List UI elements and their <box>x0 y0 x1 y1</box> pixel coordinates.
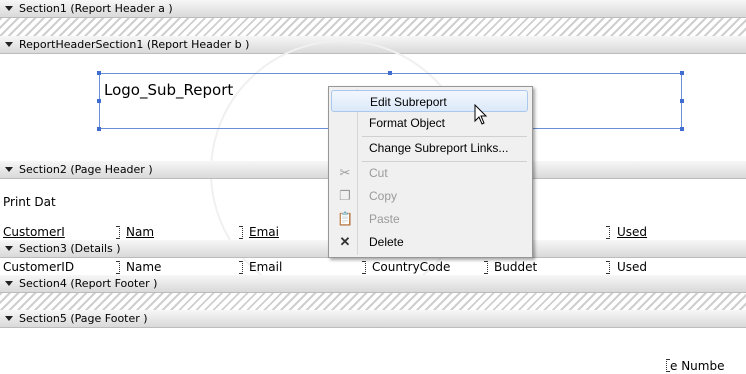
section-label: Section4 (Report Footer ) <box>19 277 158 290</box>
section-label: ReportHeaderSection1 (Report Header b ) <box>19 38 250 51</box>
collapse-triangle-icon[interactable] <box>5 246 13 251</box>
field-bracket <box>116 226 120 239</box>
collapse-triangle-icon[interactable] <box>5 167 13 172</box>
field-bracket <box>484 261 488 274</box>
menu-item-label: Copy <box>369 189 398 203</box>
subreport-label: Logo_Sub_Report <box>104 81 234 99</box>
column-header-used[interactable]: Used <box>617 225 647 239</box>
detail-field-used[interactable]: Used <box>617 260 647 274</box>
section-band-6[interactable]: Section5 (Page Footer ) <box>0 310 746 328</box>
resize-handle[interactable] <box>680 71 684 75</box>
menu-item-paste[interactable]: 📋 Paste <box>331 208 528 230</box>
paste-icon: 📋 <box>337 211 354 226</box>
field-bracket <box>362 261 366 274</box>
collapse-triangle-icon[interactable] <box>5 281 13 286</box>
resize-handle[interactable] <box>680 127 684 131</box>
menu-item-copy[interactable]: ❐ Copy <box>331 185 528 207</box>
menu-item-change-subreport-links[interactable]: Change Subreport Links... <box>331 137 528 159</box>
collapse-triangle-icon[interactable] <box>5 42 13 47</box>
print-date-field[interactable]: Print Dat <box>3 195 56 209</box>
menu-item-cut[interactable]: ✂ Cut <box>331 162 528 184</box>
menu-item-label: Change Subreport Links... <box>369 141 509 155</box>
column-header-customerid[interactable]: CustomerI <box>3 225 65 239</box>
resize-handle[interactable] <box>388 71 392 75</box>
detail-field-customerid[interactable]: CustomerID <box>3 260 74 274</box>
resize-handle[interactable] <box>680 99 684 103</box>
menu-item-label: Delete <box>369 235 404 249</box>
copy-icon: ❐ <box>339 188 351 203</box>
column-header-name[interactable]: Nam <box>126 225 154 239</box>
menu-item-edit-subreport[interactable]: Edit Subreport <box>331 90 528 112</box>
menu-item-label: Format Object <box>369 116 446 130</box>
section-label: Section1 (Report Header a ) <box>19 2 173 15</box>
section-band-5[interactable]: Section4 (Report Footer ) <box>0 275 746 293</box>
section-label: Section2 (Page Header ) <box>19 163 153 176</box>
resize-handle[interactable] <box>97 99 101 103</box>
detail-field-countrycode[interactable]: CountryCode <box>372 260 450 274</box>
section-label: Section3 (Details ) <box>19 242 121 255</box>
field-bracket <box>116 261 120 274</box>
section-label: Section5 (Page Footer ) <box>19 312 148 325</box>
field-bracket <box>606 226 610 239</box>
collapse-triangle-icon[interactable] <box>5 6 13 11</box>
context-menu: Edit Subreport Format Object Change Subr… <box>328 86 533 258</box>
detail-field-budget[interactable]: Buddet <box>494 260 537 274</box>
collapse-triangle-icon[interactable] <box>5 316 13 321</box>
scissors-icon: ✂ <box>339 165 351 180</box>
field-bracket <box>239 261 243 274</box>
page-number-field[interactable]: e Numbe <box>670 359 724 373</box>
detail-field-name[interactable]: Name <box>126 260 161 274</box>
column-header-email[interactable]: Emai <box>249 225 279 239</box>
field-bracket <box>239 226 243 239</box>
field-bracket <box>606 261 610 274</box>
mouse-pointer-icon <box>474 104 488 125</box>
resize-handle[interactable] <box>97 71 101 75</box>
delete-x-icon: ✕ <box>339 234 351 249</box>
menu-item-format-object[interactable]: Format Object <box>331 112 528 134</box>
suppressed-area <box>0 18 746 36</box>
suppressed-area <box>0 293 746 311</box>
menu-item-label: Cut <box>369 166 388 180</box>
field-bracket <box>666 359 670 372</box>
menu-item-delete[interactable]: ✕ Delete <box>331 231 528 253</box>
section-band-1[interactable]: Section1 (Report Header a ) <box>0 0 746 18</box>
menu-item-label: Paste <box>369 212 400 226</box>
resize-handle[interactable] <box>97 127 101 131</box>
menu-item-label: Edit Subreport <box>370 95 447 109</box>
detail-field-email[interactable]: Email <box>249 260 282 274</box>
